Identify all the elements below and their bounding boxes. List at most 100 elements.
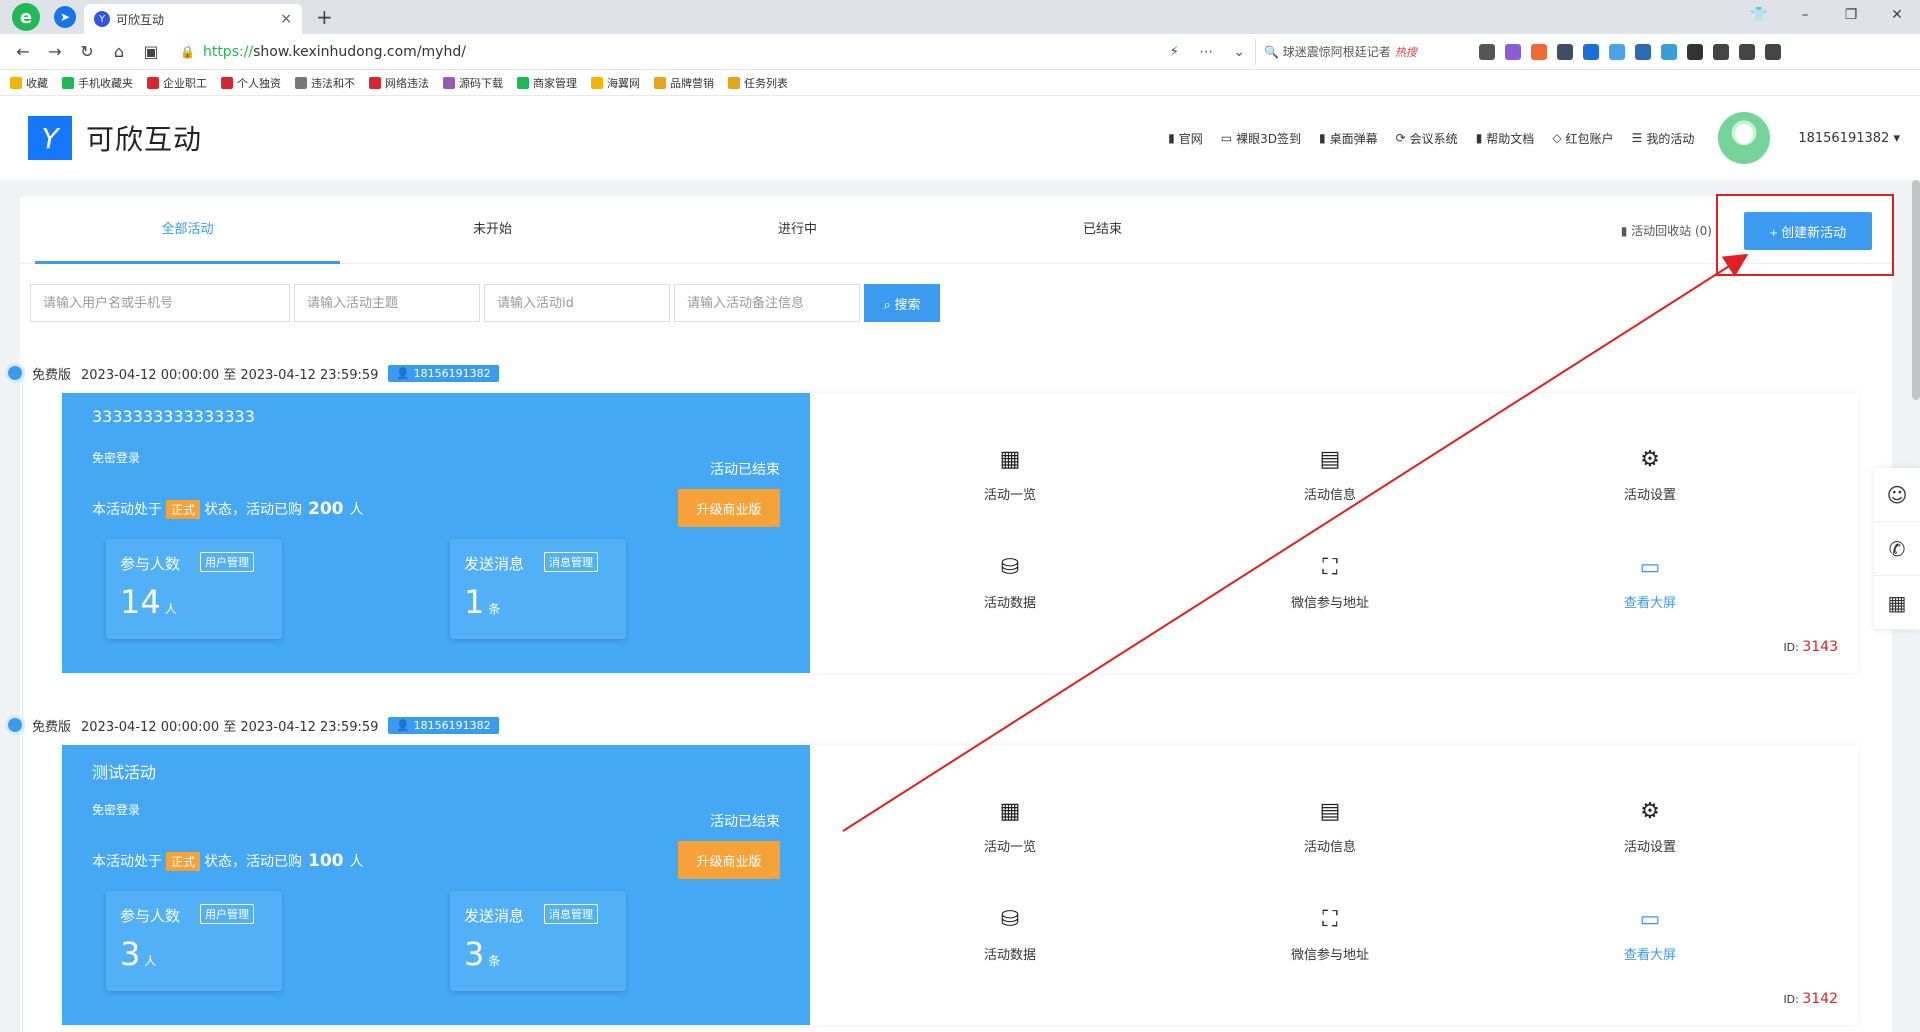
upgrade-button[interactable]: 升级商业版 (678, 841, 780, 879)
user-search-input[interactable] (30, 284, 290, 322)
qq-icon[interactable]: ☺ (1874, 468, 1920, 522)
user-manage-link[interactable]: 用户管理 (200, 552, 254, 572)
browser-search[interactable]: 🔍 球迷震惊阿根廷记者 热搜 (1255, 38, 1465, 65)
messages-stat: 发送消息 消息管理 1条 (450, 539, 626, 639)
extension-icon[interactable] (1505, 43, 1521, 60)
message-manage-link[interactable]: 消息管理 (544, 904, 598, 924)
bookmark-item[interactable]: 任务列表 (728, 75, 788, 91)
op-wechat-url[interactable]: ⛶ 微信参与地址 (1270, 907, 1390, 963)
bookmark-item[interactable]: 企业职工 (147, 75, 207, 91)
tab-not-started[interactable]: 未开始 (340, 196, 645, 264)
activity-meta: 免费版 2023-04-12 00:00:00 至 2023-04-12 23:… (8, 363, 1860, 383)
search-icon: 🔍 (1264, 44, 1283, 59)
op-info[interactable]: ▤ 活动信息 (1270, 447, 1390, 503)
op-overview[interactable]: ▦ 活动一览 (950, 447, 1070, 503)
a-icon[interactable] (1635, 43, 1651, 60)
op-data[interactable]: ⛁ 活动数据 (950, 555, 1070, 611)
monitor-icon: ▭ (1220, 131, 1233, 145)
tab-close-icon[interactable]: × (280, 11, 292, 27)
close-window-icon[interactable]: ✕ (1874, 7, 1920, 23)
activity-title: 测试活动 (92, 763, 157, 782)
bookmark-item[interactable]: 源码下载 (443, 75, 503, 91)
url-input[interactable]: 🔒 https:// show.kexinhudong.com/myhd/ ⚡ … (170, 38, 1255, 66)
note-search-input[interactable] (674, 284, 860, 322)
browser-logo-icon[interactable]: e (12, 3, 40, 31)
id-search-input[interactable] (484, 284, 670, 322)
task-icon (728, 76, 740, 89)
user-menu[interactable]: 18156191382 ▾ (1798, 131, 1900, 146)
skin-icon[interactable]: 👕 (1736, 7, 1782, 23)
globe-icon[interactable] (1609, 43, 1625, 60)
browser-tab-active[interactable]: Y 可欣互动 × (84, 4, 302, 34)
chevron-down-icon[interactable]: ⌄ (1233, 44, 1245, 60)
url-tools: ⚡ ⋯ ⌄ (1169, 44, 1245, 60)
op-overview[interactable]: ▦ 活动一览 (950, 799, 1070, 855)
brand-logo-icon[interactable]: Y (28, 116, 72, 160)
window-controls: 👕 – ❐ ✕ (1736, 0, 1920, 30)
scissors-icon[interactable] (1479, 43, 1495, 60)
tab-in-progress[interactable]: 进行中 (645, 196, 950, 264)
bookmark-item[interactable]: 海翼网 (591, 75, 640, 91)
search-button[interactable]: ⌕ 搜索 (864, 284, 940, 322)
translate-icon[interactable] (1583, 43, 1599, 60)
bookmark-item[interactable]: 个人独资 (221, 75, 281, 91)
download-icon[interactable] (1713, 43, 1729, 60)
minimize-icon[interactable]: – (1782, 7, 1828, 23)
nav-3d-signin[interactable]: ▭ 裸眼3D签到 (1221, 130, 1301, 147)
back-icon[interactable]: ← (10, 42, 36, 61)
recycle-bin-link[interactable]: ▮ 活动回收站 (0) (1621, 222, 1712, 239)
op-data[interactable]: ⛁ 活动数据 (950, 907, 1070, 963)
activity-summary: 测试活动 免密登录 本活动处于 正式 状态，活动已购 100 人 活动已结束 升… (62, 745, 810, 1025)
menu-icon[interactable] (1765, 43, 1781, 60)
nav-my-activities[interactable]: ☰ 我的活动 (1632, 130, 1695, 147)
wallet-icon[interactable]: ▣ (138, 42, 164, 61)
reload-icon[interactable]: ↻ (74, 42, 100, 61)
tab-all[interactable]: 全部活动 (35, 196, 340, 264)
forward-icon[interactable]: → (42, 42, 68, 61)
op-settings[interactable]: ⚙ 活动设置 (1590, 799, 1710, 855)
apps-icon[interactable] (1687, 43, 1703, 60)
op-info[interactable]: ▤ 活动信息 (1270, 799, 1390, 855)
user-manage-link[interactable]: 用户管理 (200, 904, 254, 924)
bookmark-item[interactable]: 商家管理 (517, 75, 577, 91)
bookmark-item[interactable]: 违法和不 (295, 75, 355, 91)
reader-icon[interactable] (1557, 43, 1573, 60)
nav-danmaku[interactable]: ▮ 桌面弹幕 (1319, 130, 1378, 147)
op-big-screen[interactable]: ▭ 查看大屏 (1590, 907, 1710, 963)
op-big-screen[interactable]: ▭ 查看大屏 (1590, 555, 1710, 611)
upgrade-button[interactable]: 升级商业版 (678, 489, 780, 527)
bookmark-item[interactable]: 网络违法 (369, 75, 429, 91)
undo-icon[interactable] (1739, 43, 1755, 60)
nav-help[interactable]: ▮ 帮助文档 (1476, 130, 1535, 147)
topic-search-input[interactable] (294, 284, 480, 322)
bookmark-item[interactable]: 收藏 (10, 75, 48, 91)
avatar[interactable] (1718, 112, 1771, 164)
pinned-tab-icon[interactable]: ➤ (54, 6, 76, 28)
address-bar: ← → ↻ ⌂ ▣ 🔒 https:// show.kexinhudong.co… (0, 34, 1920, 70)
op-settings[interactable]: ⚙ 活动设置 (1590, 447, 1710, 503)
bookmark-item[interactable]: 品牌营销 (654, 75, 714, 91)
nav-meeting[interactable]: ⟳ 会议系统 (1396, 130, 1458, 147)
brand-name[interactable]: 可欣互动 (86, 118, 202, 158)
purchased-count: 200 (308, 499, 344, 519)
bookmark-item[interactable]: 手机收藏夹 (62, 75, 133, 91)
file-icon: ▮ (1168, 131, 1175, 145)
nav-website[interactable]: ▮ 官网 (1168, 130, 1203, 147)
home-icon[interactable]: ⌂ (106, 42, 132, 61)
qrcode-icon[interactable]: ▦ (1874, 576, 1920, 630)
message-manage-link[interactable]: 消息管理 (544, 552, 598, 572)
game-icon[interactable] (1531, 43, 1547, 60)
new-tab-button[interactable]: + (316, 5, 333, 29)
screen-icon[interactable] (1661, 43, 1677, 60)
page-scrollbar[interactable] (1912, 180, 1920, 400)
more-icon[interactable]: ⋯ (1199, 44, 1213, 60)
timeline-dot (8, 718, 22, 732)
lightning-icon[interactable]: ⚡ (1169, 44, 1179, 60)
grid-icon: ▦ (999, 799, 1021, 824)
maximize-icon[interactable]: ❐ (1828, 7, 1874, 23)
tab-ended[interactable]: 已结束 (950, 196, 1255, 264)
wechat-icon (517, 76, 529, 89)
op-wechat-url[interactable]: ⛶ 微信参与地址 (1270, 555, 1390, 611)
phone-icon[interactable]: ✆ (1874, 522, 1920, 576)
nav-redpacket[interactable]: ◇ 红包账户 (1552, 130, 1613, 147)
